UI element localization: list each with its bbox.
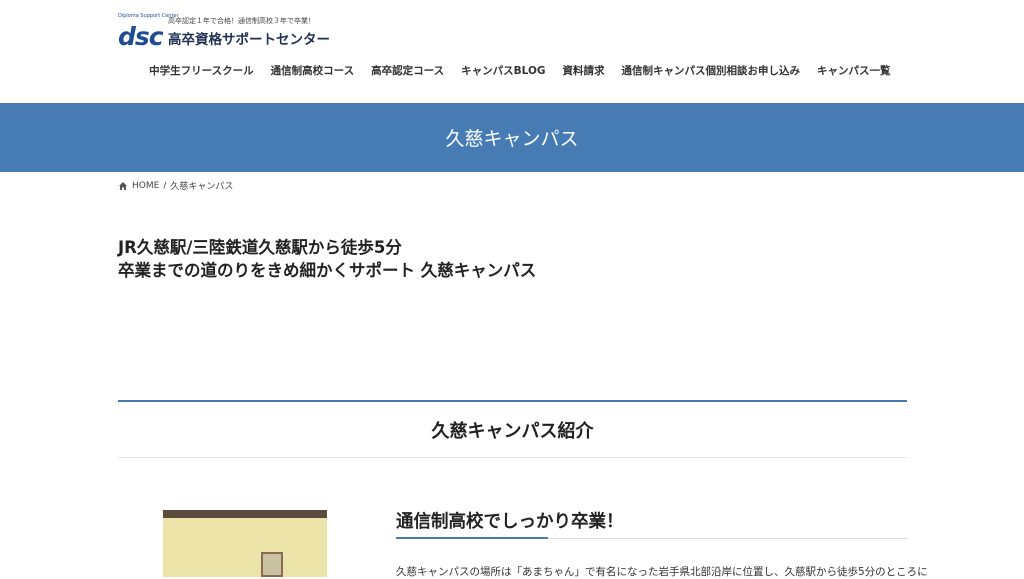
nav-free-school[interactable]: 中学生フリースクール xyxy=(141,63,262,78)
page-title: 久慈キャンパス xyxy=(445,128,579,150)
nav-certification-course[interactable]: 高卒認定コース xyxy=(363,63,453,78)
home-icon xyxy=(119,181,127,190)
main-nav: 中学生フリースクール 通信制高校コース 高卒認定コース キャンパスBLOG 資料… xyxy=(141,63,899,78)
page-banner: 久慈キャンパス xyxy=(0,103,1024,172)
nav-request-materials[interactable]: 資料請求 xyxy=(554,63,613,78)
nav-campus-blog[interactable]: キャンパスBLOG xyxy=(453,63,554,78)
intro-line-1: JR久慈駅/三陸鉄道久慈駅から徒歩5分 xyxy=(118,238,402,257)
breadcrumb-separator: / xyxy=(163,180,167,191)
intro-line-2: 卒業までの道のりをきめ細かくサポート 久慈キャンパス xyxy=(118,261,537,280)
logo-tagline: 高卒認定１年で合格！通信制高校３年で卒業！ xyxy=(168,17,315,25)
building-roof xyxy=(163,510,327,518)
nav-consultation[interactable]: 通信制キャンパス個別相談お申し込み xyxy=(613,63,809,78)
building-window xyxy=(261,552,283,577)
logo-mark: dsc xyxy=(118,22,164,51)
site-logo[interactable]: Diploma Support Center dsc 高卒認定１年で合格！通信制… xyxy=(118,14,330,52)
nav-campus-list[interactable]: キャンパス一覧 xyxy=(809,63,900,78)
section-header: 久慈キャンパス紹介 xyxy=(118,400,907,458)
breadcrumb-home[interactable]: HOME xyxy=(132,181,159,191)
nav-correspondence-course[interactable]: 通信制高校コース xyxy=(262,63,362,78)
breadcrumb: HOME / 久慈キャンパス xyxy=(118,179,233,192)
intro-heading: JR久慈駅/三陸鉄道久慈駅から徒歩5分 卒業までの道のりをきめ細かくサポート 久… xyxy=(118,236,536,282)
section-title: 久慈キャンパス紹介 xyxy=(431,420,594,442)
feature-divider-accent xyxy=(396,537,548,539)
feature-heading: 通信制高校でしっかり卒業！ xyxy=(396,512,624,532)
site-header: Diploma Support Center dsc 高卒認定１年で合格！通信制… xyxy=(0,0,1024,103)
campus-photo xyxy=(163,510,327,577)
building-wall xyxy=(163,518,327,577)
breadcrumb-current: 久慈キャンパス xyxy=(170,182,234,192)
site-name: 高卒資格サポートセンター xyxy=(168,32,330,48)
